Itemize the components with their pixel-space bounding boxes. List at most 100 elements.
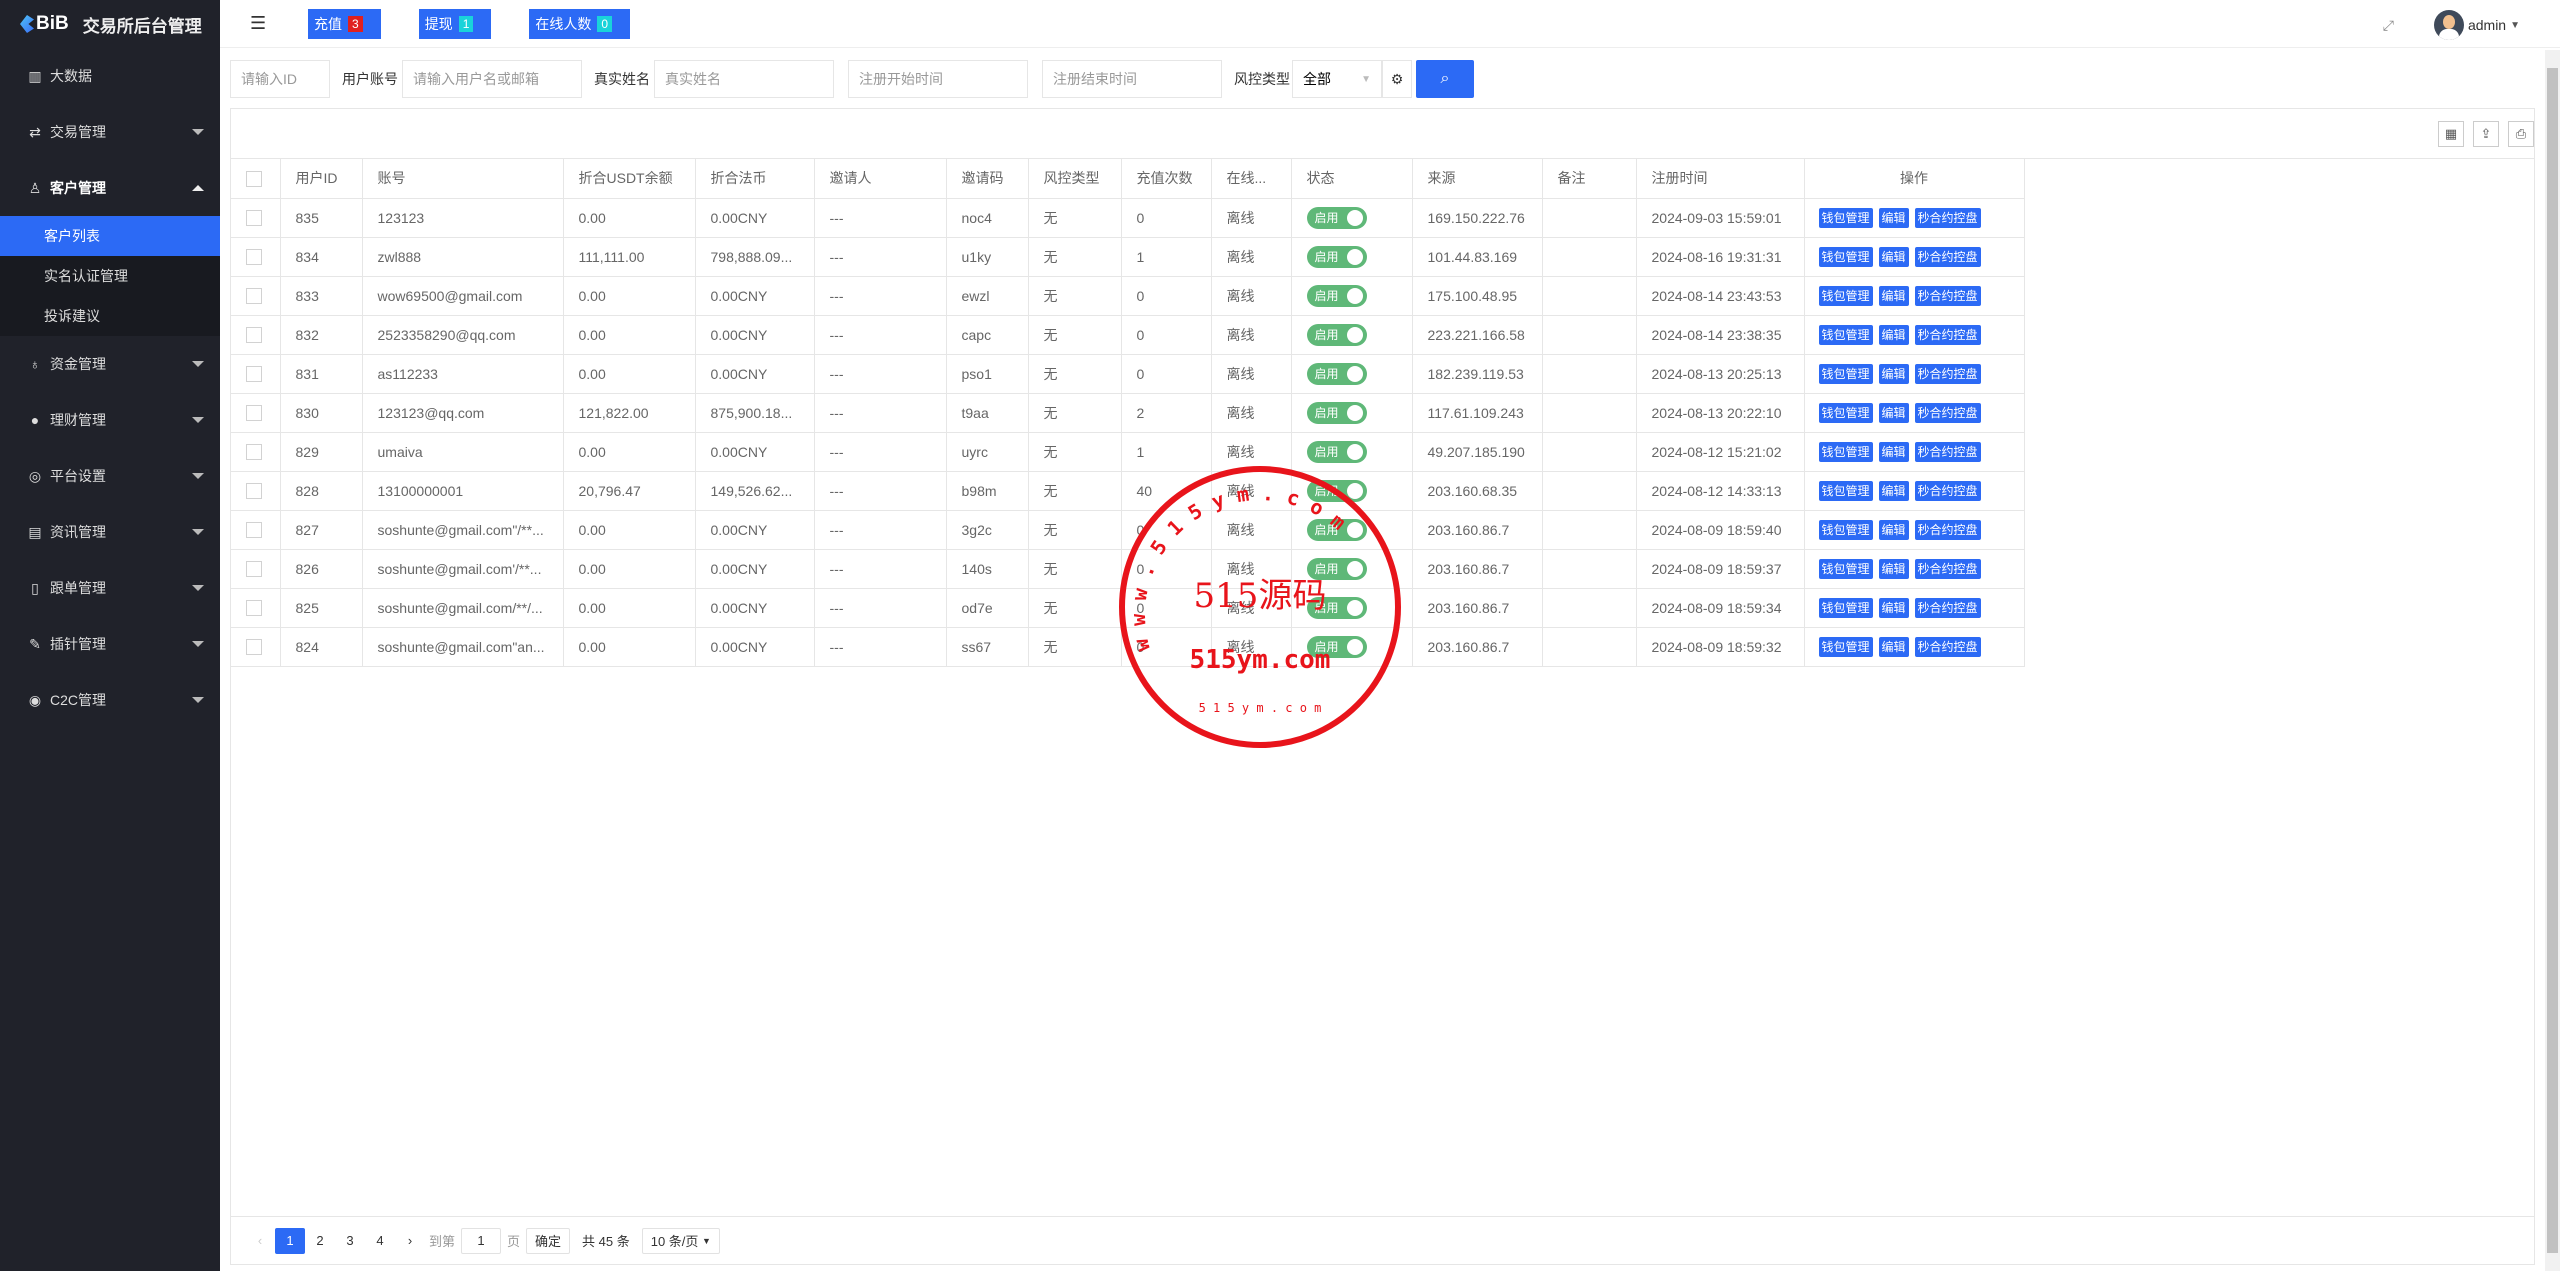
risk-select[interactable]: 全部 ▼	[1292, 60, 1382, 98]
sidebar-subitem[interactable]: 客户列表	[0, 216, 220, 256]
row-checkbox[interactable]	[246, 600, 262, 617]
column-header[interactable]: 邀请码	[946, 159, 1029, 199]
column-header[interactable]: 邀请人	[814, 159, 947, 199]
print-icon[interactable]: ⎙	[2508, 121, 2534, 147]
page-size-select[interactable]: 10 条/页 ▼	[641, 1227, 720, 1254]
column-header[interactable]: 用户ID	[280, 159, 363, 199]
wallet-management-button[interactable]: 钱包管理	[1818, 285, 1873, 306]
sidebar-item[interactable]: ▤ 资讯管理	[0, 504, 220, 560]
column-header[interactable]: 账号	[362, 159, 564, 199]
wallet-management-button[interactable]: 钱包管理	[1818, 402, 1873, 423]
status-toggle[interactable]: 启用	[1306, 596, 1367, 619]
end-date-input[interactable]: 注册结束时间	[1042, 60, 1222, 98]
confirm-button[interactable]: 确定	[526, 1227, 571, 1254]
row-checkbox[interactable]	[246, 288, 262, 305]
contract-control-button[interactable]: 秒合约控盘	[1914, 246, 1981, 267]
edit-button[interactable]: 编辑	[1878, 519, 1909, 540]
next-page-icon[interactable]: ›	[395, 1228, 425, 1254]
contract-control-button[interactable]: 秒合约控盘	[1914, 207, 1981, 228]
row-checkbox[interactable]	[246, 366, 262, 383]
contract-control-button[interactable]: 秒合约控盘	[1914, 636, 1981, 657]
wallet-management-button[interactable]: 钱包管理	[1818, 558, 1873, 579]
contract-control-button[interactable]: 秒合约控盘	[1914, 324, 1981, 345]
column-header[interactable]: 备注	[1542, 159, 1637, 199]
row-checkbox[interactable]	[246, 405, 262, 422]
wallet-management-button[interactable]: 钱包管理	[1818, 597, 1873, 618]
edit-button[interactable]: 编辑	[1878, 597, 1909, 618]
column-header[interactable]: 充值次数	[1121, 159, 1212, 199]
contract-control-button[interactable]: 秒合约控盘	[1914, 480, 1981, 501]
wallet-management-button[interactable]: 钱包管理	[1818, 363, 1873, 384]
column-header[interactable]: 折合法币	[695, 159, 815, 199]
user-menu[interactable]: admin ▼	[2433, 10, 2520, 40]
edit-button[interactable]: 编辑	[1878, 558, 1909, 579]
export-icon[interactable]: ⇪	[2473, 121, 2499, 147]
contract-control-button[interactable]: 秒合约控盘	[1914, 285, 1981, 306]
columns-icon[interactable]: ▦	[2438, 121, 2464, 147]
wallet-management-button[interactable]: 钱包管理	[1818, 480, 1873, 501]
status-toggle[interactable]: 启用	[1306, 401, 1367, 424]
status-toggle[interactable]: 启用	[1306, 323, 1367, 346]
select-all-checkbox[interactable]	[246, 170, 262, 187]
prev-page-icon[interactable]: ‹	[245, 1228, 275, 1254]
row-checkbox[interactable]	[246, 210, 262, 227]
sidebar-item[interactable]: ◎ 平台设置	[0, 448, 220, 504]
column-header[interactable]: 折合USDT余额	[563, 159, 696, 199]
wallet-management-button[interactable]: 钱包管理	[1818, 441, 1873, 462]
status-toggle[interactable]: 启用	[1306, 518, 1367, 541]
menu-toggle-icon[interactable]: ☰	[250, 13, 268, 34]
status-toggle[interactable]: 启用	[1306, 557, 1367, 580]
scrollbar[interactable]	[2545, 50, 2560, 1271]
page-2-button[interactable]: 2	[305, 1228, 335, 1254]
sidebar-item[interactable]: ▥ 大数据	[0, 48, 220, 104]
wallet-management-button[interactable]: 钱包管理	[1818, 519, 1873, 540]
row-checkbox[interactable]	[246, 249, 262, 266]
edit-button[interactable]: 编辑	[1878, 480, 1909, 501]
status-toggle[interactable]: 启用	[1306, 362, 1367, 385]
id-input[interactable]: 请输入ID	[230, 60, 330, 98]
status-toggle[interactable]: 启用	[1306, 635, 1367, 658]
edit-button[interactable]: 编辑	[1878, 441, 1909, 462]
status-toggle[interactable]: 启用	[1306, 245, 1367, 268]
page-1-button[interactable]: 1	[275, 1227, 305, 1254]
column-header[interactable]: 风控类型	[1028, 159, 1122, 199]
wallet-management-button[interactable]: 钱包管理	[1818, 246, 1873, 267]
sidebar-subitem[interactable]: 投诉建议	[0, 296, 220, 336]
contract-control-button[interactable]: 秒合约控盘	[1914, 519, 1981, 540]
page-3-button[interactable]: 3	[335, 1228, 365, 1254]
gear-icon[interactable]: ⚙	[1382, 60, 1412, 98]
column-header[interactable]: 状态	[1291, 159, 1413, 199]
page-4-button[interactable]: 4	[365, 1228, 395, 1254]
status-toggle[interactable]: 启用	[1306, 479, 1367, 502]
sidebar-item[interactable]: ✎ 插针管理	[0, 616, 220, 672]
sidebar-item[interactable]: ♁ 资金管理	[0, 336, 220, 392]
edit-button[interactable]: 编辑	[1878, 246, 1909, 267]
goto-page-input[interactable]: 1	[461, 1227, 502, 1254]
sidebar-item[interactable]: ● 理财管理	[0, 392, 220, 448]
status-toggle[interactable]: 启用	[1306, 206, 1367, 229]
edit-button[interactable]: 编辑	[1878, 285, 1909, 306]
sidebar-item[interactable]: ◉ C2C管理	[0, 672, 220, 728]
stat-button[interactable]: 在线人数 0	[529, 8, 631, 39]
contract-control-button[interactable]: 秒合约控盘	[1914, 402, 1981, 423]
edit-button[interactable]: 编辑	[1878, 207, 1909, 228]
row-checkbox[interactable]	[246, 327, 262, 344]
select-all-cell[interactable]	[231, 159, 281, 199]
account-input[interactable]: 请输入用户名或邮箱	[402, 60, 582, 98]
sidebar-subitem[interactable]: 实名认证管理	[0, 256, 220, 296]
edit-button[interactable]: 编辑	[1878, 636, 1909, 657]
real-name-input[interactable]: 真实姓名	[654, 60, 834, 98]
stat-button[interactable]: 充值 3	[308, 8, 381, 39]
wallet-management-button[interactable]: 钱包管理	[1818, 324, 1873, 345]
column-header[interactable]: 来源	[1412, 159, 1543, 199]
edit-button[interactable]: 编辑	[1878, 363, 1909, 384]
wallet-management-button[interactable]: 钱包管理	[1818, 207, 1873, 228]
row-checkbox[interactable]	[246, 483, 262, 500]
edit-button[interactable]: 编辑	[1878, 324, 1909, 345]
contract-control-button[interactable]: 秒合约控盘	[1914, 441, 1981, 462]
column-header[interactable]: 操作	[1804, 159, 2025, 199]
row-checkbox[interactable]	[246, 561, 262, 578]
status-toggle[interactable]: 启用	[1306, 284, 1367, 307]
status-toggle[interactable]: 启用	[1306, 440, 1367, 463]
row-checkbox[interactable]	[246, 522, 262, 539]
